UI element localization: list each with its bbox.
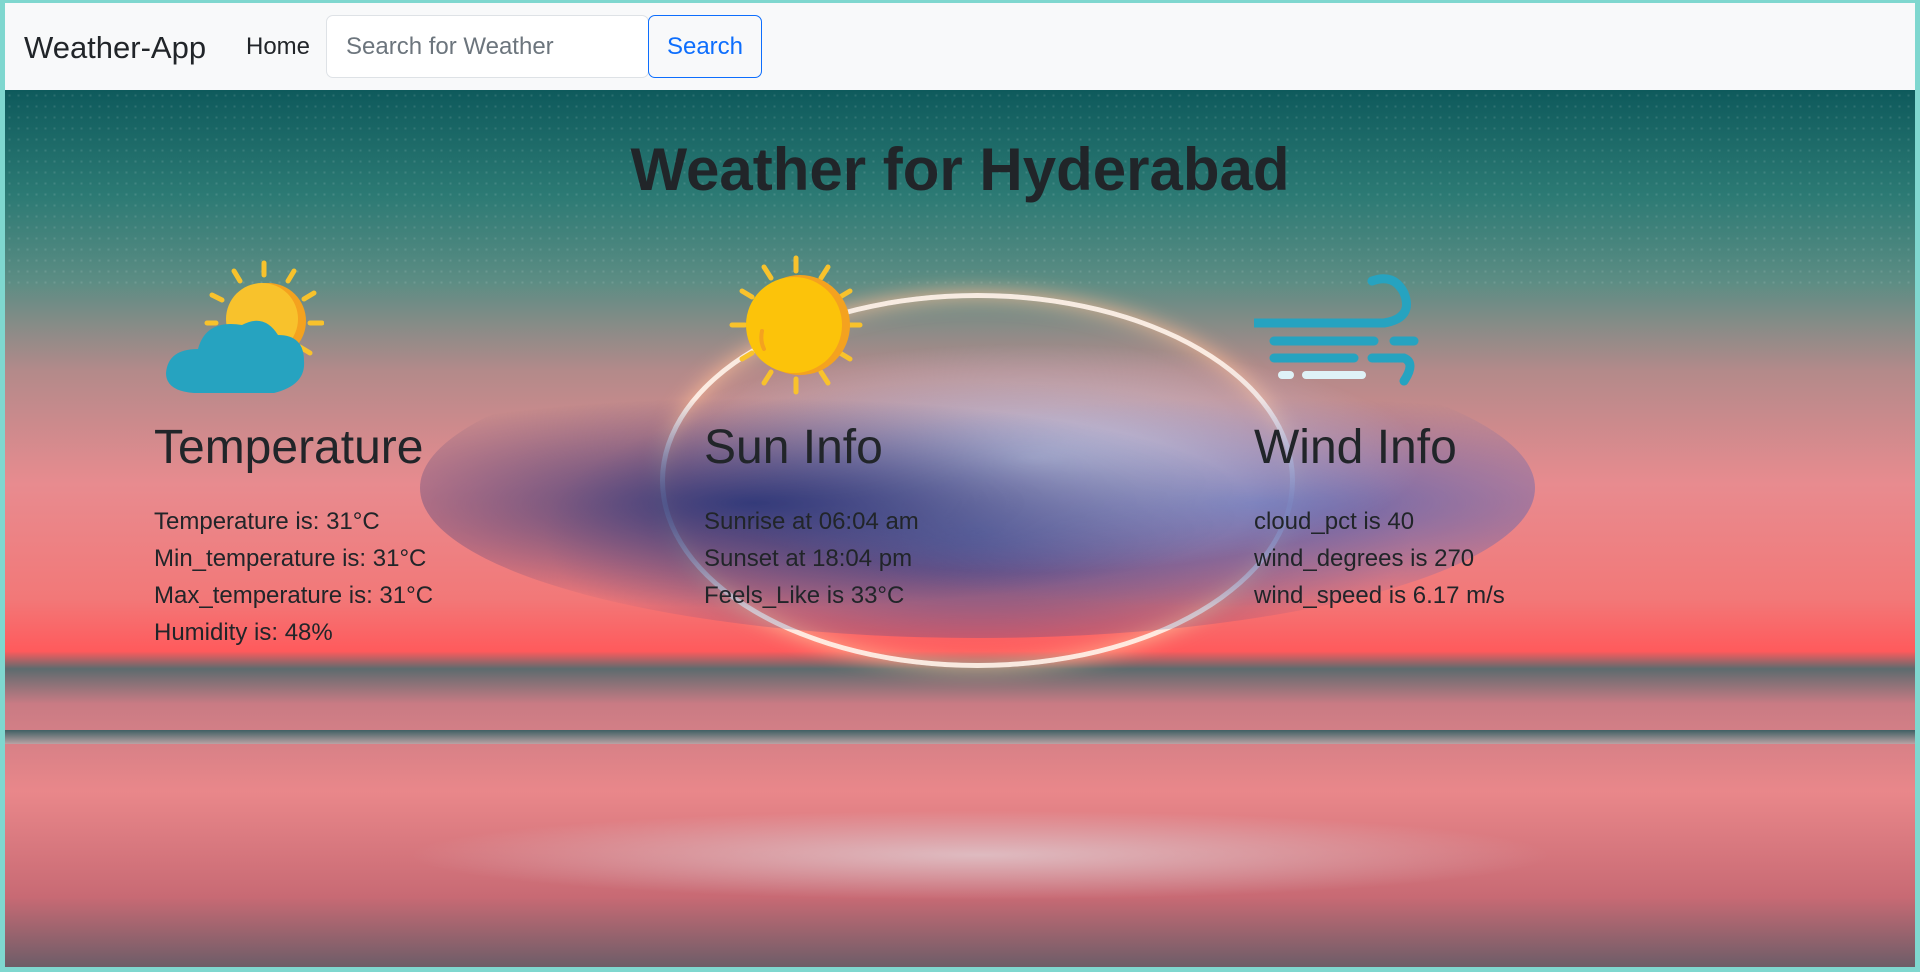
humidity-value: Humidity is: 48%: [154, 619, 333, 646]
wind-info-list: cloud_pct is 40 wind_degrees is 270 wind…: [1254, 503, 1505, 614]
wind-speed-value: wind_speed is 6.17 m/s: [1254, 582, 1505, 609]
wind-info-heading: Wind Info: [1254, 421, 1457, 474]
water-reflection: [405, 810, 1555, 900]
page-title: Weather for Hyderabad: [630, 136, 1290, 203]
feels-like-value: Feels_Like is 33°C: [704, 582, 905, 609]
temperature-heading: Temperature: [154, 421, 424, 474]
temperature-value: Temperature is: 31°C: [154, 508, 380, 535]
sunrise-value: Sunrise at 06:04 am: [704, 508, 919, 535]
horizon-line: [5, 730, 1915, 744]
max-temperature-value: Max_temperature is: 31°C: [154, 582, 434, 609]
nav-home-link[interactable]: Home: [246, 33, 310, 61]
wind-degrees-value: wind_degrees is 270: [1254, 545, 1475, 572]
temperature-card: Temperature Temperature is: 31°C Min_tem…: [154, 253, 574, 646]
temperature-list: Temperature is: 31°C Min_temperature is:…: [154, 503, 433, 651]
wind-icon: [1249, 253, 1674, 423]
sun-info-heading: Sun Info: [704, 421, 883, 474]
navbar: Weather-App Home Search: [5, 3, 1915, 90]
cloud-pct-value: cloud_pct is 40: [1254, 508, 1415, 535]
sun-info-list: Sunrise at 06:04 am Sunset at 18:04 pm F…: [704, 503, 919, 614]
sun-icon: [704, 253, 1124, 423]
sunset-value: Sunset at 18:04 pm: [704, 545, 913, 572]
search-input[interactable]: [326, 15, 649, 78]
min-temperature-value: Min_temperature is: 31°C: [154, 545, 427, 572]
wind-info-card: Wind Info cloud_pct is 40 wind_degrees i…: [1249, 253, 1674, 609]
brand-link[interactable]: Weather-App: [24, 30, 206, 66]
app-window: Weather-App Home Search Weather for Hyde…: [5, 3, 1915, 967]
sun-info-card: Sun Info Sunrise at 06:04 am Sunset at 1…: [704, 253, 1124, 609]
search-button[interactable]: Search: [648, 15, 762, 78]
sun-behind-cloud-icon: [154, 253, 574, 423]
